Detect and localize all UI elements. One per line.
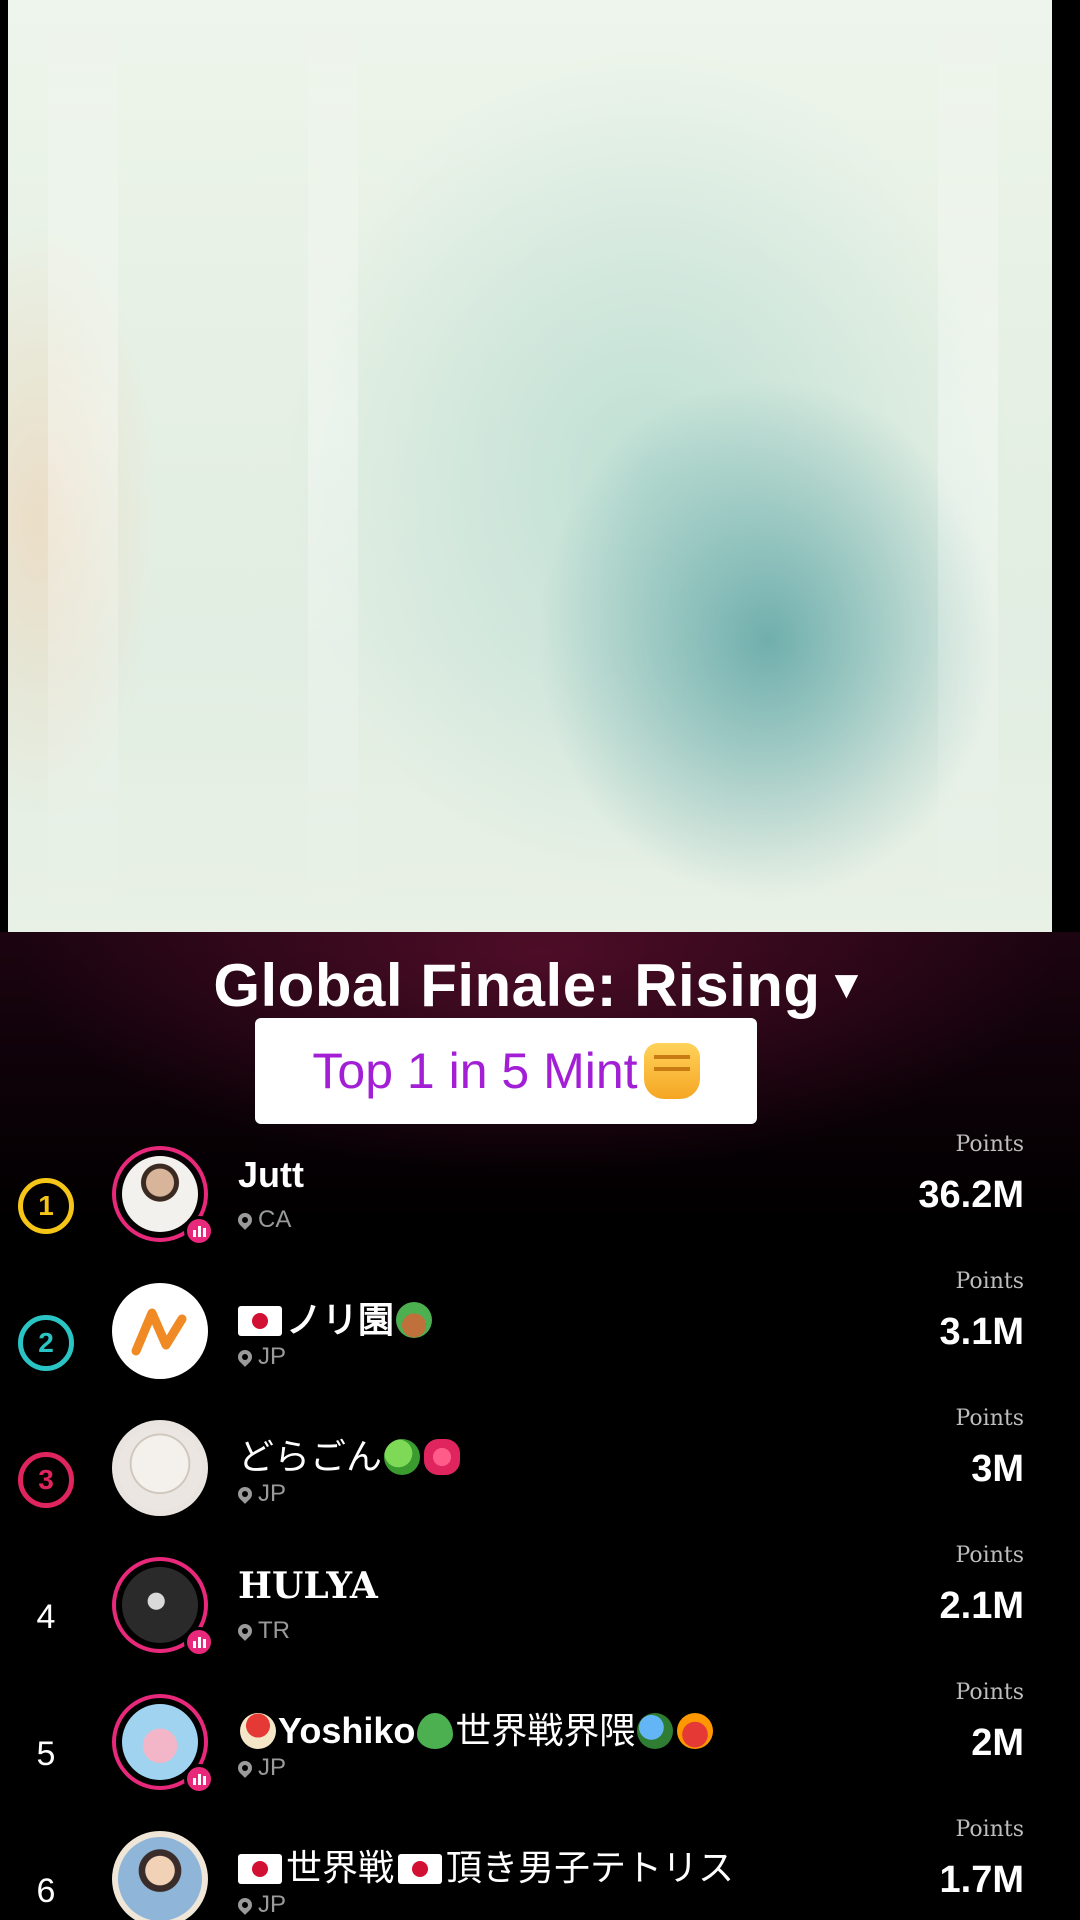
user-name-text: ノリ園 — [286, 1299, 395, 1340]
heart-on-fire-icon — [677, 1713, 714, 1749]
leaderboard-row[interactable]: 4 HULYA TR Points 2.1M — [0, 1543, 1080, 1694]
points-label: Points — [955, 1269, 1025, 1294]
user-name: ノリ園 — [238, 1291, 434, 1343]
globe-icon — [637, 1713, 674, 1749]
leaderboard-row[interactable]: 1 Jutt CA Points 36.2M — [0, 1132, 1080, 1283]
location-pin-icon — [235, 1210, 255, 1230]
video-blur-streak — [938, 0, 998, 932]
avatar[interactable] — [112, 1146, 214, 1246]
user-name: 世界戦 頂き男子テトリス — [238, 1839, 734, 1891]
avatar-image — [118, 1426, 202, 1510]
leaderboard-row[interactable]: 3 どらごん JP Points 3M — [0, 1406, 1080, 1557]
japan-flag-icon — [238, 1854, 282, 1884]
user-name: どらごん — [238, 1428, 462, 1480]
region-code: JP — [258, 1891, 287, 1918]
live-indicator-icon — [184, 1216, 214, 1246]
user-region: JP — [235, 1891, 287, 1919]
rank-gold-medal-icon: 1 — [18, 1178, 74, 1234]
location-pin-icon — [235, 1347, 255, 1367]
avatar[interactable] — [112, 1831, 208, 1920]
leaderboard-row[interactable]: 2 ノリ園 JP Points 3.1M — [0, 1269, 1080, 1420]
rank-bronze-medal-icon: 3 — [18, 1452, 74, 1508]
live-stream-screen: Global Finale: Rising ▼ Top 1 in 5 Mint 1… — [0, 0, 1080, 1920]
region-code: JP — [258, 1480, 287, 1507]
live-indicator-icon — [184, 1627, 214, 1657]
japan-flag-icon — [398, 1854, 443, 1884]
region-code: JP — [258, 1343, 287, 1370]
avatar[interactable] — [112, 1557, 214, 1657]
user-name: Yoshiko 世界戦界隈 — [238, 1702, 715, 1754]
avatar[interactable] — [112, 1694, 214, 1794]
user-name-text: Yoshiko — [278, 1710, 416, 1751]
user-name-text: どらごん — [238, 1436, 383, 1477]
video-blur-streak — [48, 0, 118, 932]
user-name-text: 世界戦 — [286, 1847, 395, 1888]
rank-number: 4 — [36, 1597, 56, 1636]
banner-text: Top 1 in 5 Mint — [312, 1043, 638, 1099]
points-value: 3.1M — [939, 1311, 1024, 1353]
user-name: HULYA — [238, 1565, 378, 1607]
leaderboard-row[interactable]: 5 Yoshiko 世界戦界隈 JP Points 2M — [0, 1680, 1080, 1831]
dropdown-caret-icon[interactable]: ▼ — [827, 963, 867, 1007]
mushroom-icon — [240, 1713, 276, 1749]
user-region: TR — [235, 1617, 290, 1645]
points-label: Points — [955, 1406, 1025, 1431]
points-value: 3M — [971, 1448, 1024, 1490]
video-blur-streak — [308, 0, 358, 932]
live-indicator-icon — [184, 1764, 214, 1794]
location-pin-icon — [235, 1758, 255, 1778]
avatar-image — [118, 1289, 202, 1373]
video-preview[interactable] — [8, 0, 1052, 932]
location-pin-icon — [235, 1895, 255, 1915]
japan-flag-icon — [238, 1306, 282, 1336]
location-pin-icon — [235, 1484, 255, 1504]
points-value: 2M — [971, 1722, 1024, 1764]
promo-banner: Top 1 in 5 Mint — [255, 1018, 757, 1124]
location-pin-icon — [235, 1621, 255, 1641]
rank-number: 6 — [36, 1871, 56, 1910]
avatar-image — [118, 1837, 202, 1920]
dragon-icon — [384, 1439, 421, 1475]
leaderboard-row[interactable]: 6 世界戦 頂き男子テトリス JP Points 1.7M — [0, 1817, 1080, 1920]
leaderboard-panel: Global Finale: Rising ▼ Top 1 in 5 Mint 1… — [0, 932, 1080, 1920]
leaderboard-title-text: Global Finale: Rising — [213, 952, 821, 1019]
points-value: 2.1M — [939, 1585, 1024, 1627]
avatar[interactable] — [112, 1283, 208, 1379]
region-code: TR — [258, 1617, 290, 1644]
points-label: Points — [955, 1817, 1025, 1842]
user-region: JP — [235, 1754, 287, 1782]
region-code: JP — [258, 1754, 287, 1781]
orange-logo-icon — [131, 1308, 187, 1356]
ribbon-icon — [424, 1439, 461, 1475]
user-name-suffix: 頂き男子テトリス — [446, 1847, 735, 1888]
user-region: JP — [235, 1343, 287, 1371]
avatar[interactable] — [112, 1420, 208, 1516]
user-name-suffix: 世界戦界隈 — [455, 1710, 636, 1751]
points-label: Points — [955, 1543, 1025, 1568]
points-label: Points — [955, 1132, 1025, 1157]
green-heart-icon — [417, 1713, 454, 1749]
points-value: 36.2M — [918, 1174, 1024, 1216]
potted-plant-icon — [396, 1302, 433, 1338]
rank-number: 5 — [36, 1734, 56, 1773]
user-name: Jutt — [238, 1154, 304, 1195]
region-code: CA — [258, 1206, 292, 1233]
points-label: Points — [955, 1680, 1025, 1705]
raised-fist-icon — [643, 1043, 700, 1099]
rank-silver-medal-icon: 2 — [18, 1315, 74, 1371]
points-value: 1.7M — [939, 1859, 1024, 1901]
user-region: JP — [235, 1480, 287, 1508]
user-region: CA — [235, 1206, 292, 1234]
